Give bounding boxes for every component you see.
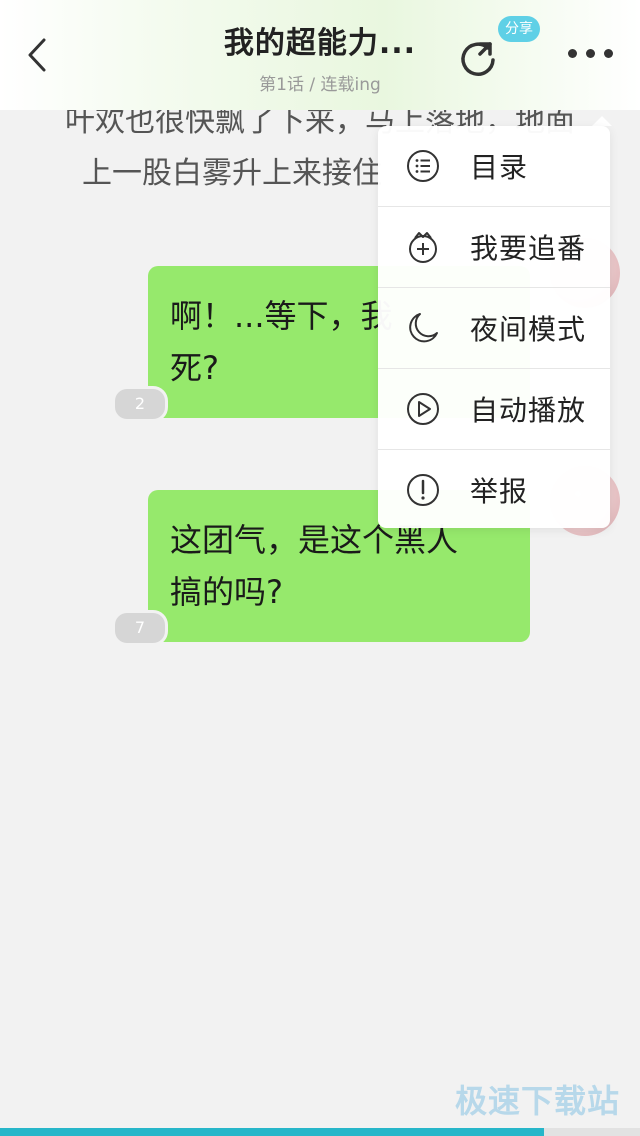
list-icon bbox=[407, 150, 439, 182]
menu-item-label: 自动播放 bbox=[470, 394, 587, 427]
page-subtitle: 第1话 / 连载ing bbox=[259, 75, 381, 95]
more-icon-dot bbox=[604, 49, 613, 58]
menu-caret bbox=[592, 116, 612, 126]
chat-bubble-text: 搞的吗? bbox=[170, 573, 283, 611]
menu-item-label: 夜间模式 bbox=[470, 313, 587, 346]
more-icon-dot bbox=[586, 49, 595, 58]
menu-item-label: 目录 bbox=[470, 151, 529, 184]
moon-icon bbox=[409, 313, 438, 343]
page-title: 我的超能力... bbox=[223, 26, 417, 61]
share-badge: 分享 bbox=[498, 16, 540, 42]
title-block: 我的超能力... 第1话 / 连载ing bbox=[190, 18, 450, 95]
more-menu: 目录 我要追番 夜间模式 自动播放 举报 bbox=[378, 126, 610, 528]
menu-item-label: 举报 bbox=[470, 475, 529, 508]
share-button[interactable] bbox=[456, 36, 500, 80]
menu-item-follow[interactable]: 我要追番 bbox=[378, 207, 610, 288]
watermark-text: 极速下载站 bbox=[454, 1082, 620, 1120]
menu-item-label: 我要追番 bbox=[470, 232, 587, 265]
menu-item-report[interactable]: 举报 bbox=[378, 450, 610, 530]
more-button[interactable] bbox=[566, 44, 616, 64]
menu-item-autoplay[interactable]: 自动播放 bbox=[378, 369, 610, 450]
chevron-left-icon bbox=[28, 38, 46, 72]
play-icon bbox=[407, 393, 439, 425]
follow-plus-icon bbox=[409, 232, 437, 263]
more-icon bbox=[568, 49, 577, 58]
back-button[interactable] bbox=[18, 32, 58, 78]
reading-progress-fill bbox=[0, 1128, 544, 1136]
reading-progress-bar bbox=[0, 1128, 640, 1136]
menu-item-catalog[interactable]: 目录 bbox=[378, 126, 610, 207]
share-icon bbox=[461, 42, 495, 76]
menu-item-night-mode[interactable]: 夜间模式 bbox=[378, 288, 610, 369]
report-icon bbox=[407, 474, 439, 506]
top-bar: 我的超能力... 第1话 / 连载ing 分享 bbox=[0, 0, 640, 110]
comment-count-badge[interactable]: 2 bbox=[112, 386, 168, 422]
comment-count-badge[interactable]: 7 bbox=[112, 610, 168, 646]
